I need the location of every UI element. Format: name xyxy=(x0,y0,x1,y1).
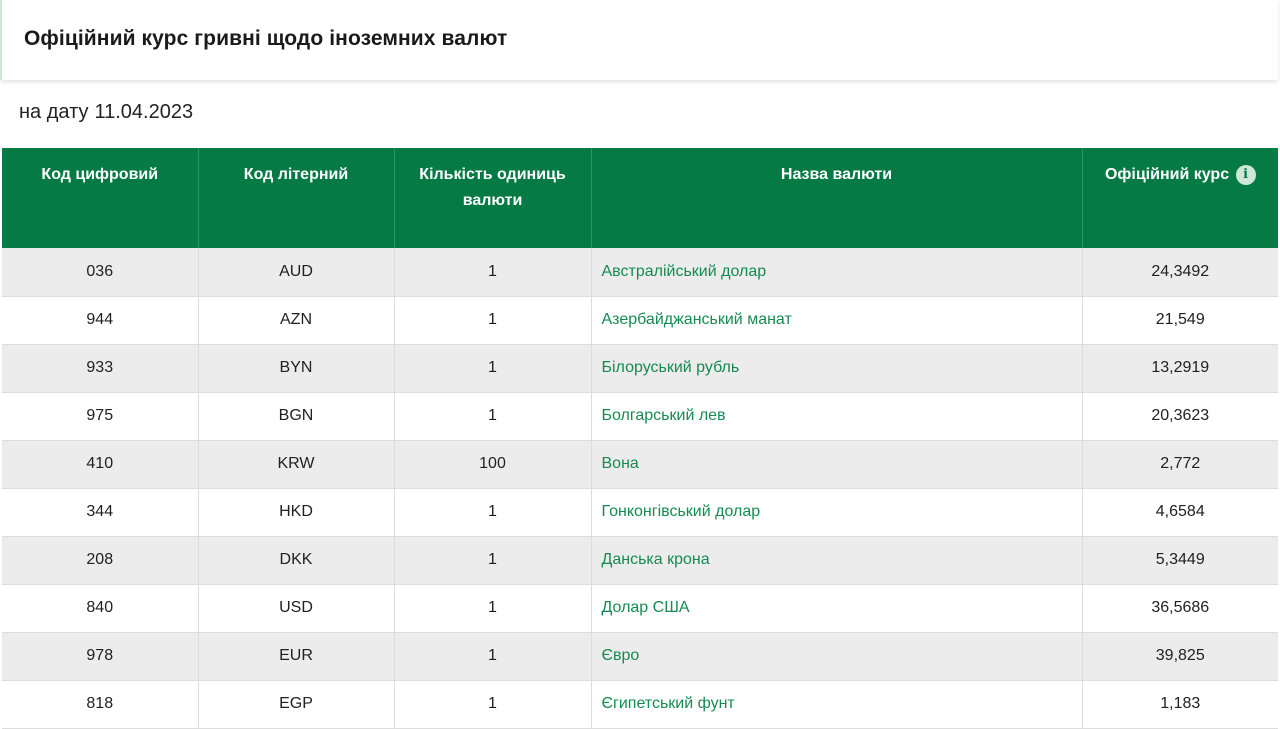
currency-name-link[interactable]: Гонконгівський долар xyxy=(591,488,1083,537)
units-cell: 1 xyxy=(394,344,592,393)
official-rate-cell: 5,3449 xyxy=(1082,536,1278,585)
exchange-rates-table: Код цифровий Код літерний Кількість один… xyxy=(2,148,1278,729)
column-header-units[interactable]: Кількість одиниць валюти xyxy=(394,148,592,248)
table-row: 818 EGP 1 Єгипетський фунт 1,183 xyxy=(2,680,1278,729)
letter-code-cell: BGN xyxy=(198,392,395,441)
letter-code-cell: AUD xyxy=(198,248,395,297)
official-rate-cell: 21,549 xyxy=(1082,296,1278,345)
currency-name-link[interactable]: Білоруський рубль xyxy=(591,344,1083,393)
currency-name-link[interactable]: Болгарський лев xyxy=(591,392,1083,441)
official-rate-cell: 39,825 xyxy=(1082,632,1278,681)
numeric-code-cell: 975 xyxy=(2,392,199,441)
table-header-row: Код цифровий Код літерний Кількість один… xyxy=(2,148,1278,248)
table-row: 944 AZN 1 Азербайджанський манат 21,549 xyxy=(2,296,1278,345)
currency-name-link[interactable]: Єгипетський фунт xyxy=(591,680,1083,729)
numeric-code-cell: 036 xyxy=(2,248,199,297)
table-row: 410 KRW 100 Вона 2,772 xyxy=(2,440,1278,489)
letter-code-cell: KRW xyxy=(198,440,395,489)
table-row: 933 BYN 1 Білоруський рубль 13,2919 xyxy=(2,344,1278,393)
official-rate-cell: 20,3623 xyxy=(1082,392,1278,441)
currency-name-link[interactable]: Австралійський долар xyxy=(591,248,1083,297)
currency-name-link[interactable]: Данська крона xyxy=(591,536,1083,585)
units-cell: 1 xyxy=(394,488,592,537)
official-rate-cell: 2,772 xyxy=(1082,440,1278,489)
official-rate-cell: 36,5686 xyxy=(1082,584,1278,633)
units-cell: 1 xyxy=(394,632,592,681)
table-body: 036 AUD 1 Австралійський долар 24,3492 944 AZN… xyxy=(2,248,1278,729)
numeric-code-cell: 344 xyxy=(2,488,199,537)
table-row: 208 DKK 1 Данська крона 5,3449 xyxy=(2,536,1278,585)
page-header: Офіційний курс гривні щодо іноземних вал… xyxy=(0,0,1278,80)
numeric-code-cell: 933 xyxy=(2,344,199,393)
letter-code-cell: BYN xyxy=(198,344,395,393)
numeric-code-cell: 840 xyxy=(2,584,199,633)
date-line: на дату 11.04.2023 xyxy=(19,101,193,124)
table-row: 975 BGN 1 Болгарський лев 20,3623 xyxy=(2,392,1278,441)
column-header-currency-name[interactable]: Назва валюти xyxy=(591,148,1083,248)
table-header: Код цифровий Код літерний Кількість один… xyxy=(2,148,1278,248)
numeric-code-cell: 978 xyxy=(2,632,199,681)
numeric-code-cell: 944 xyxy=(2,296,199,345)
page-title: Офіційний курс гривні щодо іноземних вал… xyxy=(24,27,508,50)
info-icon[interactable]: i xyxy=(1235,165,1256,185)
column-header-letter-code[interactable]: Код літерний xyxy=(198,148,395,248)
official-rate-cell: 4,6584 xyxy=(1082,488,1278,537)
units-cell: 1 xyxy=(394,680,592,729)
numeric-code-cell: 410 xyxy=(2,440,199,489)
numeric-code-cell: 208 xyxy=(2,536,199,585)
letter-code-cell: AZN xyxy=(198,296,395,345)
table-row: 344 HKD 1 Гонконгівський долар 4,6584 xyxy=(2,488,1278,537)
date-value: 11.04.2023 xyxy=(94,101,194,123)
table-row: 840 USD 1 Долар США 36,5686 xyxy=(2,584,1278,633)
units-cell: 1 xyxy=(394,536,592,585)
units-cell: 100 xyxy=(394,440,592,489)
official-rate-header-label: Офіційний курс xyxy=(1104,166,1230,183)
column-header-numeric-code[interactable]: Код цифровий xyxy=(2,148,199,248)
units-cell: 1 xyxy=(394,248,592,297)
units-cell: 1 xyxy=(394,296,592,345)
page: Офіційний курс гривні щодо іноземних вал… xyxy=(0,0,1280,729)
currency-name-link[interactable]: Вона xyxy=(591,440,1083,489)
letter-code-cell: HKD xyxy=(198,488,395,537)
currency-name-link[interactable]: Азербайджанський манат xyxy=(591,296,1083,345)
table-row: 036 AUD 1 Австралійський долар 24,3492 xyxy=(2,248,1278,297)
table-row: 978 EUR 1 Євро 39,825 xyxy=(2,632,1278,681)
units-cell: 1 xyxy=(394,392,592,441)
official-rate-cell: 24,3492 xyxy=(1082,248,1278,297)
currency-name-link[interactable]: Євро xyxy=(591,632,1083,681)
date-label: на дату xyxy=(19,101,89,123)
letter-code-cell: EUR xyxy=(198,632,395,681)
column-header-official-rate[interactable]: Офіційний курс i xyxy=(1082,148,1278,248)
units-cell: 1 xyxy=(394,584,592,633)
letter-code-cell: USD xyxy=(198,584,395,633)
numeric-code-cell: 818 xyxy=(2,680,199,729)
currency-name-link[interactable]: Долар США xyxy=(591,584,1083,633)
official-rate-cell: 1,183 xyxy=(1082,680,1278,729)
letter-code-cell: DKK xyxy=(198,536,395,585)
letter-code-cell: EGP xyxy=(198,680,395,729)
official-rate-cell: 13,2919 xyxy=(1082,344,1278,393)
